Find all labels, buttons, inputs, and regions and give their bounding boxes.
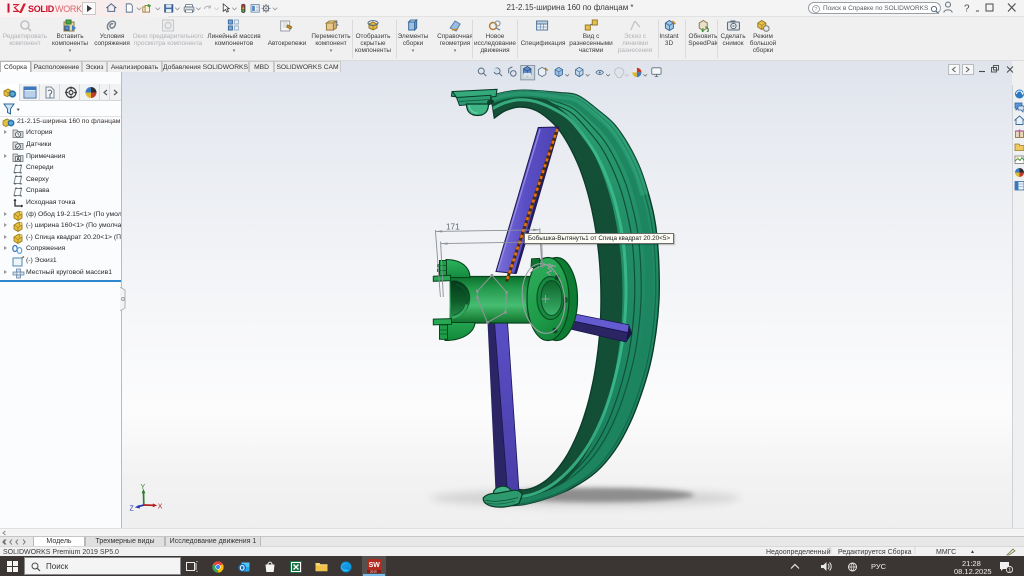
svg-text:?: ? bbox=[814, 7, 817, 13]
svg-text:1: 1 bbox=[1008, 568, 1011, 573]
svg-text:SOLID: SOLID bbox=[28, 4, 55, 14]
svg-text:SW: SW bbox=[369, 562, 381, 569]
svg-text:X: X bbox=[158, 504, 163, 511]
svg-text:Z: Z bbox=[130, 506, 135, 513]
svg-text:?: ? bbox=[964, 4, 970, 15]
svg-text:2019: 2019 bbox=[370, 570, 377, 573]
svg-text:A: A bbox=[16, 156, 20, 162]
svg-text:171: 171 bbox=[446, 223, 460, 232]
svg-text:Y: Y bbox=[141, 484, 146, 491]
